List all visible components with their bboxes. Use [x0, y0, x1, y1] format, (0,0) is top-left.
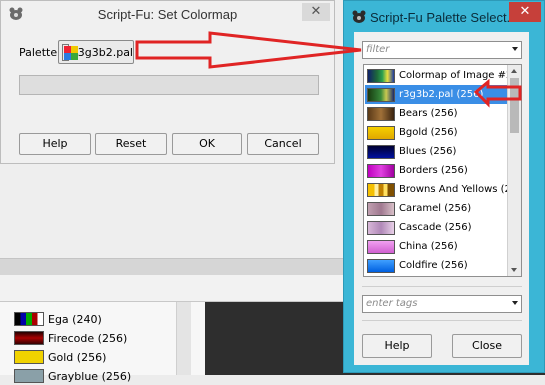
annotation-arrow-icon [473, 78, 522, 108]
annotation-overlay [135, 31, 522, 108]
annotation-arrow-icon [135, 31, 362, 69]
